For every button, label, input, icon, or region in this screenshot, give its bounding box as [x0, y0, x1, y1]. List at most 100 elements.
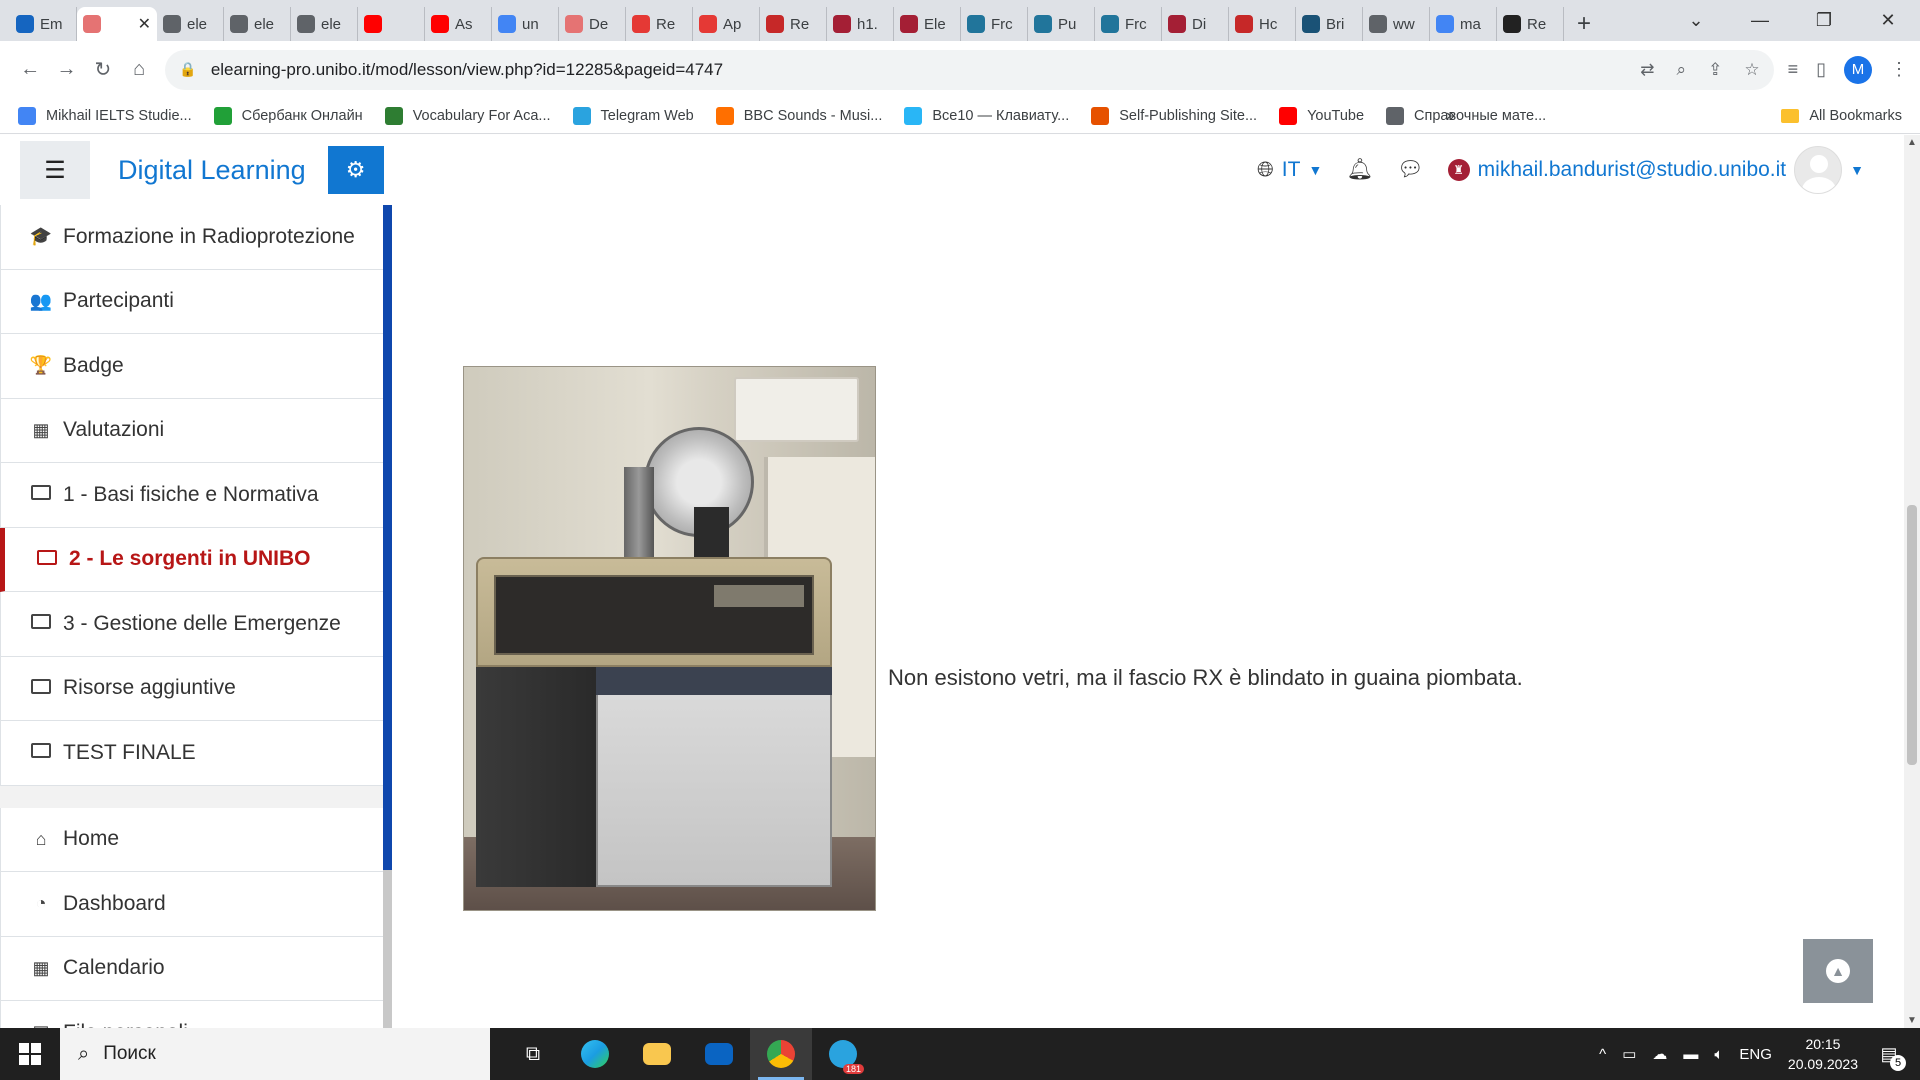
sidebar-item[interactable]: 3 - Gestione delle Emergenze	[0, 592, 383, 657]
sidebar-item[interactable]: 🏆 Badge	[0, 334, 383, 399]
reload-button[interactable]: ↻	[85, 51, 121, 89]
clock-time: 20:15	[1805, 1036, 1841, 1052]
share-icon[interactable]: ⇪	[1708, 60, 1722, 80]
battery-icon[interactable]: ▬	[1683, 1046, 1698, 1063]
address-bar[interactable]: 🔒 elearning-pro.unibo.it/mod/lesson/view…	[165, 49, 1774, 90]
reading-list-icon[interactable]: ≡	[1788, 59, 1799, 80]
browser-tab[interactable]: Re	[626, 7, 693, 41]
sidebar-item[interactable]: TEST FINALE	[0, 721, 383, 786]
restore-button[interactable]: ❐	[1792, 10, 1856, 31]
browser-tab[interactable]: un	[492, 7, 559, 41]
browser-tab[interactable]: ma	[1430, 7, 1497, 41]
browser-tab[interactable]: ele	[291, 7, 358, 41]
tab-close-icon[interactable]: ✕	[138, 14, 151, 34]
browser-tab[interactable]: Ele	[894, 7, 961, 41]
bookmark-item[interactable]: Vocabulary For Aca...	[384, 106, 551, 125]
telegram-app[interactable]: 181	[812, 1028, 874, 1080]
bookmark-item[interactable]: Mikhail IELTS Studie...	[18, 106, 192, 125]
scrollbar-thumb[interactable]	[1907, 505, 1917, 765]
close-window-button[interactable]: ✕	[1856, 10, 1920, 31]
menu-toggle-button[interactable]: ☰	[20, 141, 90, 199]
translate-icon[interactable]: ⇄	[1640, 60, 1654, 80]
mail-app[interactable]	[688, 1028, 750, 1080]
browser-tab[interactable]: Bri	[1296, 7, 1363, 41]
browser-tab[interactable]: Ap	[693, 7, 760, 41]
scroll-down-icon[interactable]: ▼	[1907, 1015, 1917, 1026]
zoom-icon[interactable]: ⌕	[1677, 60, 1687, 80]
taskbar-search[interactable]: ⌕ Поиск	[60, 1028, 490, 1080]
browser-tab[interactable]: Re	[760, 7, 827, 41]
bookmark-star-icon[interactable]: ☆	[1744, 60, 1759, 80]
browser-tab[interactable]: Hc	[1229, 7, 1296, 41]
edge-app[interactable]	[564, 1028, 626, 1080]
home-button[interactable]: ⌂	[121, 51, 157, 89]
browser-tab[interactable]: h1.	[827, 7, 894, 41]
browser-tab[interactable]: De	[559, 7, 626, 41]
sidebar-item[interactable]: 1 - Basi fisiche e Normativa	[0, 463, 383, 528]
task-view-button[interactable]: ⧉	[502, 1028, 564, 1080]
user-menu[interactable]: ♜ mikhail.bandurist@studio.unibo.it ▼	[1447, 146, 1864, 194]
tray-chevron-icon[interactable]: ^	[1599, 1046, 1606, 1063]
browser-tab[interactable]: Pu	[1028, 7, 1095, 41]
input-language[interactable]: ENG	[1739, 1046, 1772, 1063]
bookmark-item[interactable]: Все10 — Клавиату...	[904, 106, 1069, 125]
start-button[interactable]	[0, 1028, 60, 1080]
bookmark-item[interactable]: BBC Sounds - Musi...	[715, 106, 882, 125]
browser-tab[interactable]: As	[425, 7, 492, 41]
sidebar-item[interactable]: 2 - Le sorgenti in UNIBO	[0, 527, 383, 592]
minimize-button[interactable]: —	[1728, 10, 1792, 31]
bookmark-item[interactable]: Справочные мате...	[1386, 106, 1546, 125]
sidebar-item[interactable]: ▦ Calendario	[0, 936, 383, 1001]
browser-tab[interactable]: ele	[157, 7, 224, 41]
sidebar-item[interactable]: ◔ Dashboard	[0, 872, 383, 937]
scroll-up-icon[interactable]: ▲	[1907, 137, 1917, 148]
all-bookmarks-button[interactable]: All Bookmarks	[1781, 108, 1902, 124]
file-explorer-app[interactable]	[626, 1028, 688, 1080]
page-scrollbar[interactable]: ▲ ▼	[1904, 135, 1920, 1028]
chrome-app[interactable]	[750, 1028, 812, 1080]
tab-search-icon[interactable]: ⌄	[1664, 10, 1728, 31]
bookmark-item[interactable]: Сбербанк Онлайн	[213, 106, 363, 125]
browser-tab[interactable]: Frc	[1095, 7, 1162, 41]
folder-icon	[29, 613, 53, 634]
back-to-top-button[interactable]: ▲	[1803, 939, 1873, 1003]
bell-icon[interactable]: 🔔︎	[1346, 158, 1373, 182]
browser-tab[interactable]: Frc	[961, 7, 1028, 41]
onedrive-icon[interactable]: ☁	[1652, 1045, 1667, 1063]
settings-gear-button[interactable]: ⚙	[327, 146, 384, 194]
bookmark-item[interactable]: Self-Publishing Site...	[1091, 106, 1257, 125]
bookmarks-overflow-button[interactable]: »	[1446, 107, 1455, 125]
menu-kebab-icon[interactable]: ⋮	[1890, 59, 1908, 80]
browser-tab[interactable]: ww	[1363, 7, 1430, 41]
chat-bubble-icon[interactable]: 💬︎	[1397, 158, 1424, 182]
volume-icon[interactable]: 🔈︎	[1714, 1046, 1723, 1063]
sidebar-item[interactable]: ▤File personali	[0, 1001, 383, 1028]
sidebar-item[interactable]: 🎓 Formazione in Radioprotezione	[0, 205, 383, 270]
browser-tab[interactable]	[358, 7, 425, 41]
browser-tab[interactable]: Re	[1497, 7, 1564, 41]
browser-tab[interactable]: ele	[224, 7, 291, 41]
back-button[interactable]: ←	[12, 51, 48, 89]
site-brand[interactable]: Digital Learning	[118, 155, 306, 186]
sidebar-item[interactable]: Risorse aggiuntive	[0, 656, 383, 721]
new-tab-button[interactable]: +	[1564, 7, 1604, 41]
sidebar-item[interactable]: 👥 Partecipanti	[0, 269, 383, 334]
forward-button[interactable]: →	[48, 51, 84, 89]
browser-tab[interactable]: Di	[1162, 7, 1229, 41]
browser-tab[interactable]: ✕	[77, 7, 157, 41]
task-view-icon: ⧉	[525, 1042, 541, 1065]
bookmark-item[interactable]: Telegram Web	[572, 106, 694, 125]
profile-avatar[interactable]: M	[1843, 55, 1872, 84]
system-clock[interactable]: 20:15 20.09.2023	[1788, 1034, 1858, 1074]
network-icon[interactable]: ▭	[1622, 1045, 1636, 1063]
side-panel-icon[interactable]: ▯	[1816, 59, 1826, 80]
sidebar-item[interactable]: ⌂ Home	[0, 807, 383, 872]
browser-tab[interactable]: Em	[10, 7, 77, 41]
site-info-icon[interactable]: 🔒	[179, 61, 196, 78]
bookmark-item[interactable]: YouTube	[1279, 106, 1364, 125]
table-icon: ▦	[32, 419, 50, 440]
photo-display	[714, 585, 804, 607]
sidebar-item[interactable]: ▦ Valutazioni	[0, 398, 383, 463]
language-selector[interactable]: 🌐︎ IT ▼	[1257, 158, 1322, 182]
notification-center-icon[interactable]: ▤ 5	[1874, 1039, 1906, 1071]
